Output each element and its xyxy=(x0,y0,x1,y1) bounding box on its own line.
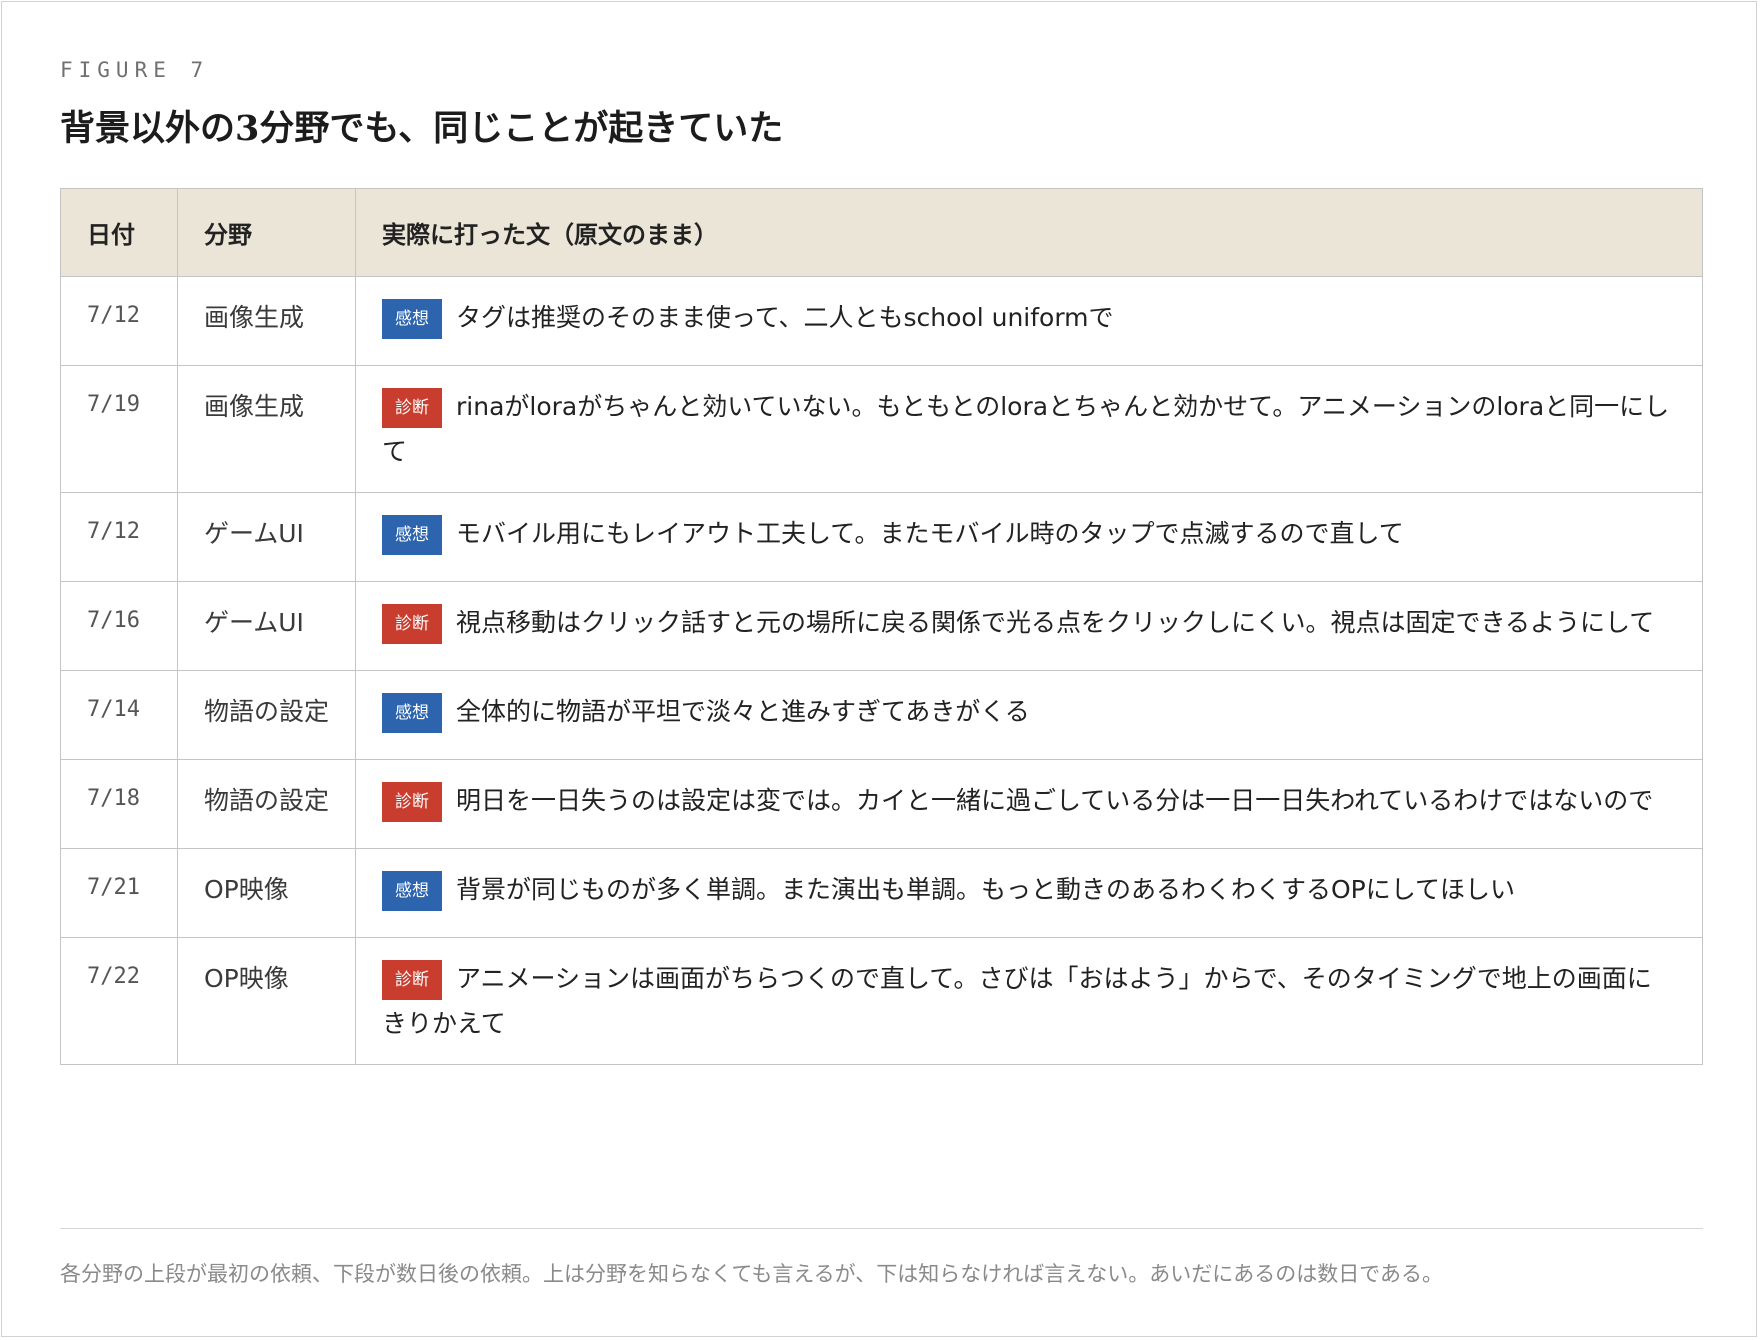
diagnosis-badge: 診断 xyxy=(382,388,442,428)
row-date: 7/19 xyxy=(60,365,178,493)
row-request-text: 診断 明日を一日失うのは設定は変では。カイと一緒に過ごしている分は一日一日失われて… xyxy=(355,759,1703,849)
diagnosis-badge: 診断 xyxy=(382,960,442,1000)
row-date: 7/22 xyxy=(60,937,178,1065)
row-request-text: 診断 視点移動はクリック話すと元の場所に戻る関係で光る点をクリックしにくい。視点は… xyxy=(355,581,1703,671)
row-field: ゲームUI xyxy=(177,581,356,671)
row-field: 画像生成 xyxy=(177,276,356,366)
diagnosis-badge: 診断 xyxy=(382,604,442,644)
row-request-text: 診断 アニメーションは画面がちらつくので直して。さびは「おはよう」からで、そのタイ… xyxy=(355,937,1703,1065)
table-row: 7/12 ゲームUI 感想 モバイル用にもレイアウト工夫して。またモバイル時のタップで… xyxy=(60,492,1703,582)
header-text: 実際に打った文（原文のまま） xyxy=(355,188,1703,277)
table-row: 7/14 物語の設定 感想 全体的に物語が平坦で淡々と進みすぎてあきがくる xyxy=(60,670,1703,760)
diagnosis-badge: 診断 xyxy=(382,782,442,822)
figure-title: 背景以外の3分野でも、同じことが起きていた xyxy=(60,108,784,149)
divider xyxy=(60,1228,1703,1229)
row-request-text: 感想 モバイル用にもレイアウト工夫して。またモバイル時のタップで点滅するので直して xyxy=(355,492,1703,582)
request-text: モバイル用にもレイアウト工夫して。またモバイル時のタップで点滅するので直して xyxy=(456,519,1404,548)
request-text: アニメーションは画面がちらつくので直して。さびは「おはよう」からで、そのタイミン… xyxy=(382,964,1652,1038)
row-request-text: 診断 rinaがloraがちゃんと効いていない。もともとのloraとちゃんと効かせ… xyxy=(355,365,1703,493)
table-row: 7/18 物語の設定 診断 明日を一日失うのは設定は変では。カイと一緒に過ごしている分… xyxy=(60,759,1703,849)
row-request-text: 感想 タグは推奨のそのまま使って、二人ともschool uniformで xyxy=(355,276,1703,366)
row-date: 7/21 xyxy=(60,848,178,938)
impression-badge: 感想 xyxy=(382,299,442,339)
impression-badge: 感想 xyxy=(382,515,442,555)
impression-badge: 感想 xyxy=(382,693,442,733)
request-text: タグは推奨のそのまま使って、二人ともschool uniformで xyxy=(456,303,1114,332)
table-row: 7/16 ゲームUI 診断 視点移動はクリック話すと元の場所に戻る関係で光る点をクリッ… xyxy=(60,581,1703,671)
row-field: 物語の設定 xyxy=(177,759,356,849)
row-date: 7/14 xyxy=(60,670,178,760)
row-date: 7/18 xyxy=(60,759,178,849)
row-date: 7/12 xyxy=(60,276,178,366)
request-text: 全体的に物語が平坦で淡々と進みすぎてあきがくる xyxy=(456,697,1030,726)
row-date: 7/12 xyxy=(60,492,178,582)
row-field: ゲームUI xyxy=(177,492,356,582)
table-row: 7/21 OP映像 感想 背景が同じものが多く単調。また演出も単調。もっと動きのあるわ… xyxy=(60,848,1703,938)
row-field: 物語の設定 xyxy=(177,670,356,760)
row-field: OP映像 xyxy=(177,937,356,1065)
table-header-row: 日付 分野 実際に打った文（原文のまま） xyxy=(60,188,1703,277)
header-field: 分野 xyxy=(177,188,356,277)
figure-label: FIGURE 7 xyxy=(60,58,210,82)
requests-table: 日付 分野 実際に打った文（原文のまま） 7/12 画像生成 感想 タグは推奨のそのま… xyxy=(60,188,1703,1065)
request-text: 明日を一日失うのは設定は変では。カイと一緒に過ごしている分は一日一日失われている… xyxy=(456,786,1654,815)
table-row: 7/12 画像生成 感想 タグは推奨のそのまま使って、二人ともschool unifo… xyxy=(60,276,1703,366)
impression-badge: 感想 xyxy=(382,871,442,911)
row-field: OP映像 xyxy=(177,848,356,938)
table-body: 7/12 画像生成 感想 タグは推奨のそのまま使って、二人ともschool unifo… xyxy=(60,276,1703,1065)
row-request-text: 感想 背景が同じものが多く単調。また演出も単調。もっと動きのあるわくわくするOPに… xyxy=(355,848,1703,938)
row-field: 画像生成 xyxy=(177,365,356,493)
request-text: 視点移動はクリック話すと元の場所に戻る関係で光る点をクリックしにくい。視点は固定… xyxy=(456,608,1655,637)
figure-frame: FIGURE 7 背景以外の3分野でも、同じことが起きていた 日付 分野 実際に… xyxy=(1,1,1757,1337)
request-text: rinaがloraがちゃんと効いていない。もともとのloraとちゃんと効かせて。… xyxy=(382,392,1670,466)
row-date: 7/16 xyxy=(60,581,178,671)
table-row: 7/22 OP映像 診断 アニメーションは画面がちらつくので直して。さびは「おはよう」… xyxy=(60,937,1703,1065)
row-request-text: 感想 全体的に物語が平坦で淡々と進みすぎてあきがくる xyxy=(355,670,1703,760)
figure-caption: 各分野の上段が最初の依頼、下段が数日後の依頼。上は分野を知らなくても言えるが、下… xyxy=(60,1262,1444,1286)
request-text: 背景が同じものが多く単調。また演出も単調。もっと動きのあるわくわくするOPにして… xyxy=(456,875,1516,904)
header-date: 日付 xyxy=(60,188,178,277)
table-row: 7/19 画像生成 診断 rinaがloraがちゃんと効いていない。もともとのlora… xyxy=(60,365,1703,493)
